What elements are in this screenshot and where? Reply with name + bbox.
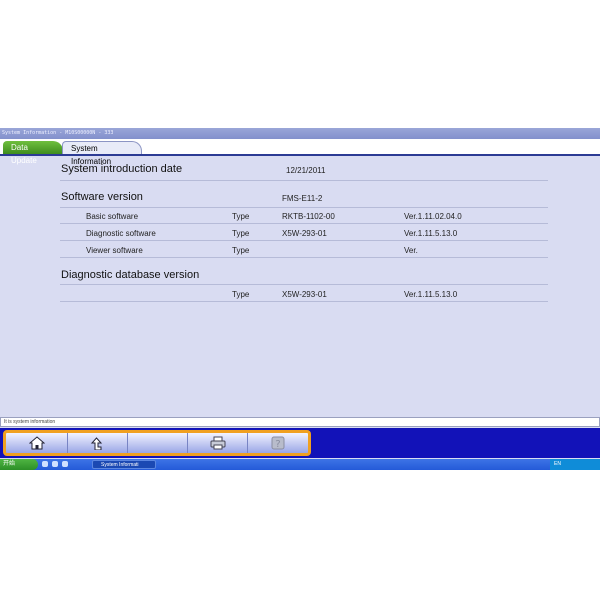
- divider: [60, 180, 548, 181]
- svg-text:?: ?: [275, 439, 280, 450]
- blank-button[interactable]: [128, 433, 188, 453]
- software-version: Ver.1.11.5.13.0: [404, 229, 458, 238]
- software-name: Basic software: [86, 212, 139, 221]
- software-version: Ver.: [404, 246, 418, 255]
- system-information-panel: System introduction date 12/21/2011 Soft…: [0, 156, 600, 414]
- window-title-bar: System Information - M10S00000N - 333: [0, 128, 600, 139]
- screen: System Information - M10S00000N - 333 Da…: [0, 128, 600, 470]
- database-version-label: Diagnostic database version: [61, 269, 200, 281]
- window-title: System Information - M10S00000N - 333: [2, 130, 114, 136]
- back-icon: [90, 437, 102, 450]
- divider: [60, 207, 548, 208]
- bottom-toolbar: ?: [0, 428, 600, 458]
- divider: [60, 240, 548, 241]
- divider: [60, 223, 548, 224]
- help-button[interactable]: ?: [248, 433, 308, 453]
- quick-launch: [42, 461, 68, 467]
- database-type-label: Type: [232, 290, 250, 299]
- software-name: Diagnostic software: [86, 229, 156, 238]
- taskbar-window-label: System Informati: [101, 462, 139, 468]
- software-name: Viewer software: [86, 246, 143, 255]
- start-label: 开始: [3, 461, 16, 467]
- database-type-value: X5W-293-01: [282, 290, 327, 299]
- software-type-label: Type: [232, 229, 250, 238]
- browser-icon[interactable]: [52, 461, 58, 467]
- tab-data-update[interactable]: Data Update: [3, 141, 63, 165]
- media-icon[interactable]: [62, 461, 68, 467]
- software-type-value: X5W-293-01: [282, 229, 327, 238]
- status-bar: It is system information: [0, 417, 600, 427]
- software-version-label: Software version: [61, 191, 143, 203]
- home-button[interactable]: [6, 433, 68, 453]
- divider: [60, 257, 548, 258]
- software-type-label: Type: [232, 212, 250, 221]
- tab-system-information[interactable]: System Information: [62, 141, 142, 166]
- print-button[interactable]: [188, 433, 248, 453]
- divider: [60, 284, 548, 285]
- start-button[interactable]: 开始: [0, 459, 38, 470]
- tray-language[interactable]: EN: [554, 461, 561, 467]
- divider: [60, 301, 548, 302]
- software-type-label: Type: [232, 246, 250, 255]
- status-text: It is system information: [4, 419, 56, 425]
- back-button[interactable]: [68, 433, 128, 453]
- print-icon: [210, 436, 225, 450]
- taskbar: 开始 System Informati EN: [0, 459, 600, 470]
- intro-date-value: 12/21/2011: [286, 166, 326, 175]
- home-icon: [28, 436, 45, 450]
- intro-date-label: System introduction date: [61, 163, 183, 175]
- taskbar-window-button[interactable]: System Informati: [92, 460, 156, 469]
- system-tray: EN: [550, 459, 600, 470]
- help-icon: ?: [271, 436, 285, 450]
- software-type-value: RKTB-1102-00: [282, 212, 335, 221]
- database-version: Ver.1.11.5.13.0: [404, 290, 458, 299]
- toolbar-buttons: ?: [3, 430, 311, 456]
- tab-strip: Data Update System Information: [0, 139, 600, 166]
- desktop-icon[interactable]: [42, 461, 48, 467]
- software-version: Ver.1.11.02.04.0: [404, 212, 462, 221]
- software-version-value: FMS-E11-2: [282, 194, 323, 203]
